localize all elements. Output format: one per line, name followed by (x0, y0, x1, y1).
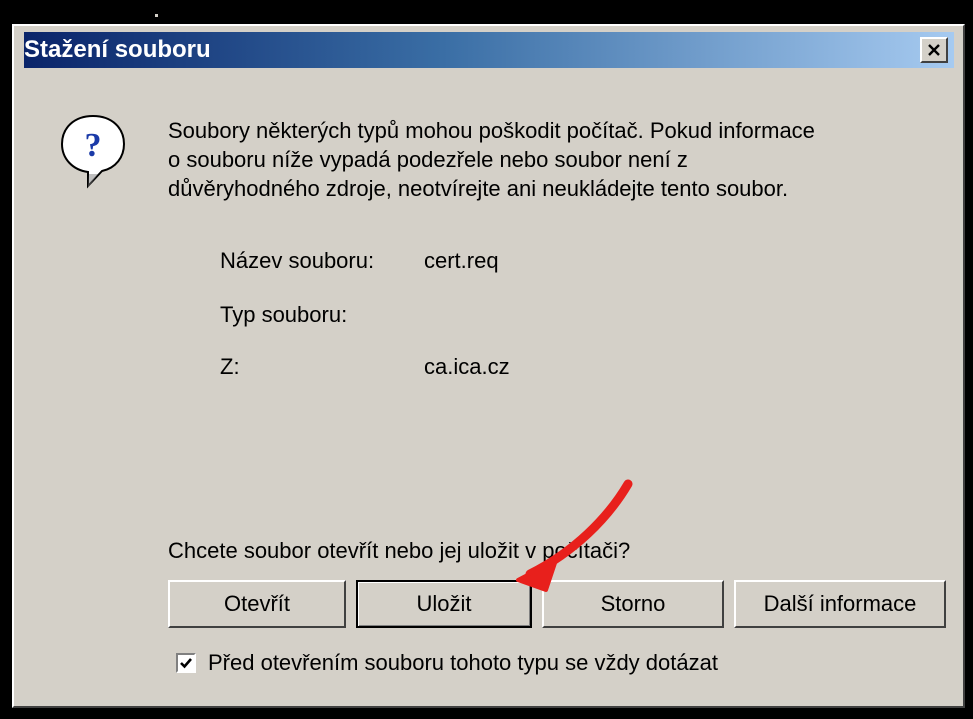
frame-mark (155, 14, 158, 17)
title-bar[interactable]: Stažení souboru (24, 32, 954, 68)
screenshot-frame: Stažení souboru ? Soubory některých typů… (0, 0, 973, 719)
window-title: Stažení souboru (24, 36, 211, 63)
file-type-label: Typ souboru: (220, 302, 348, 327)
download-dialog: Stažení souboru ? Soubory některých typů… (12, 24, 965, 708)
prompt-question: Chcete soubor otevřít nebo jej uložit v … (168, 538, 631, 563)
close-button[interactable] (920, 37, 948, 63)
cancel-button[interactable]: Storno (542, 580, 724, 628)
always-ask-option[interactable]: Před otevřením souboru tohoto typu se vž… (176, 650, 718, 676)
warning-line: o souboru níže vypadá podezřele nebo sou… (168, 147, 688, 172)
warning-line: důvěryhodného zdroje, neotvírejte ani ne… (168, 176, 789, 201)
question-icon: ? (60, 114, 126, 189)
more-info-button[interactable]: Další informace (734, 580, 946, 628)
warning-line: Soubory některých typů mohou poškodit po… (168, 118, 815, 143)
file-from-value: ca.ica.cz (424, 354, 510, 379)
close-icon (928, 44, 940, 56)
save-button[interactable]: Uložit (356, 580, 532, 628)
file-from-label: Z: (220, 354, 240, 379)
open-button[interactable]: Otevřít (168, 580, 346, 628)
always-ask-checkbox[interactable] (176, 653, 196, 673)
file-name-label: Název souboru: (220, 248, 375, 273)
warning-message: Soubory některých typů mohou poškodit po… (168, 116, 948, 203)
file-name-value: cert.req (424, 248, 499, 273)
checkmark-icon (180, 658, 192, 669)
question-glyph: ? (85, 127, 102, 164)
always-ask-label: Před otevřením souboru tohoto typu se vž… (208, 650, 718, 675)
